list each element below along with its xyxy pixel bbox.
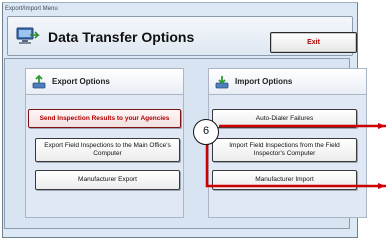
export-field-inspections-button[interactable]: Export Field Inspections to the Main Off… xyxy=(35,138,180,162)
import-options-header: Import Options xyxy=(209,69,366,95)
send-inspection-results-button[interactable]: Send Inspection Results to your Agencies xyxy=(28,109,181,128)
export-options-title: Export Options xyxy=(52,77,110,86)
import-arrow-icon xyxy=(215,76,229,89)
manufacturer-import-button[interactable]: Manufacturer Import xyxy=(212,170,357,190)
window-title: Export/Import Menu xyxy=(5,6,58,12)
export-arrow-icon xyxy=(32,75,46,89)
export-options-header: Export Options xyxy=(26,69,183,95)
exit-button[interactable]: Exit xyxy=(270,32,357,53)
computer-transfer-icon xyxy=(16,27,40,44)
callout-number: 6 xyxy=(193,119,219,145)
auto-dialer-failures-button[interactable]: Auto-Dialer Failures xyxy=(212,109,357,128)
header-bar: Data Transfer Options Exit xyxy=(7,16,357,56)
page-title: Data Transfer Options xyxy=(48,29,195,45)
import-options-title: Import Options xyxy=(235,77,293,86)
import-field-inspections-button[interactable]: Import Field Inspections from the Field … xyxy=(212,138,357,162)
manufacturer-export-button[interactable]: Manufacturer Export xyxy=(35,170,180,190)
